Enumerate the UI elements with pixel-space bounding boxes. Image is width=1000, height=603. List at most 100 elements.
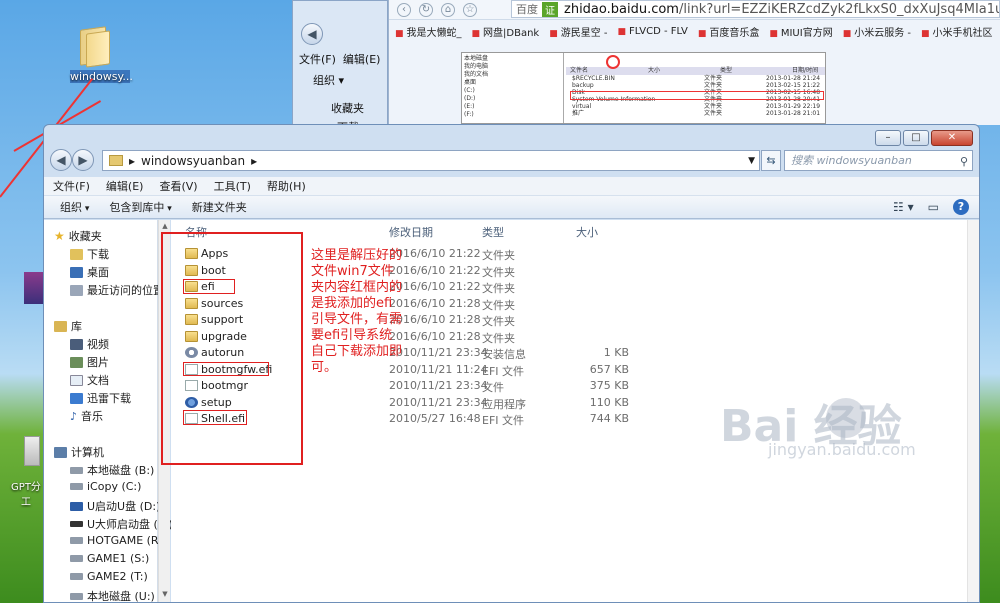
search-icon[interactable]: ⚲ — [960, 152, 968, 171]
browser-home-icon[interactable]: ⌂ — [441, 2, 455, 17]
desktop-folder-icon[interactable] — [78, 26, 112, 68]
bookmark-item[interactable]: MIUI官方网 — [769, 24, 833, 39]
bookmark-item[interactable]: FLVCD - FLV — [618, 26, 688, 37]
bookmark-item[interactable]: 我是大懒蛇_ — [395, 24, 462, 39]
chevron-down-icon[interactable]: ▼ — [748, 156, 755, 166]
gpt-tool-icon[interactable] — [24, 436, 40, 466]
nav-favorites[interactable]: ★ 收藏夹 — [54, 228, 102, 244]
nav-downloads[interactable]: 下载 — [70, 246, 109, 262]
red-highlight-box — [161, 232, 303, 465]
inner-tree-item: (C:) — [464, 87, 475, 94]
menu-view[interactable]: 查看(V) — [159, 178, 197, 194]
bookmark-item[interactable]: 小米云服务 - — [843, 24, 911, 39]
nav-recent[interactable]: 最近访问的位置 — [70, 282, 164, 298]
rar-icon[interactable] — [24, 272, 44, 304]
browser-star-icon[interactable]: ☆ — [463, 2, 477, 17]
search-placeholder: 搜索 windowsyuanban — [791, 154, 912, 167]
bookmark-item[interactable]: 网盘|DBank — [472, 24, 539, 39]
refresh-icon[interactable]: ⇆ — [761, 150, 781, 171]
file-type: 应用程序 — [482, 398, 526, 411]
new-folder-button[interactable]: 新建文件夹 — [192, 199, 247, 215]
nav-drive[interactable]: U启动U盘 (D:) — [70, 498, 160, 514]
nav-recent-label: 最近访问的位置 — [87, 284, 164, 297]
column-type[interactable]: 类型 — [482, 224, 504, 240]
minimize-button[interactable]: – — [875, 130, 901, 146]
nav-music[interactable]: ♪ 音乐 — [70, 408, 103, 424]
browser-refresh-icon[interactable]: ↻ — [419, 2, 433, 17]
desktop-gpt-label[interactable]: GPT分 工 — [6, 478, 46, 508]
nav-libraries-label: 库 — [71, 320, 82, 333]
nav-libraries[interactable]: 库 — [54, 318, 82, 334]
menu-tools[interactable]: 工具(T) — [214, 178, 251, 194]
back-icon[interactable]: ◀ — [50, 149, 72, 171]
pictures-icon — [70, 356, 83, 368]
nav-drive[interactable]: 本地磁盘 (B:) — [70, 462, 154, 478]
menu-file[interactable]: 文件(F) — [299, 53, 336, 66]
maximize-button[interactable]: □ — [903, 130, 929, 146]
help-icon[interactable]: ? — [953, 199, 969, 215]
nav-pictures[interactable]: 图片 — [70, 354, 109, 370]
drive-icon — [70, 483, 83, 490]
xunlei-icon — [70, 392, 83, 404]
inner-tree-item: (F:) — [464, 111, 474, 118]
menu-edit[interactable]: 编辑(E) — [343, 53, 381, 66]
navigation-pane: ★ 收藏夹 下载 桌面 最近访问的位置 库 视频 图片 文档 迅雷下载 ♪ 音乐 计… — [44, 220, 173, 602]
view-controls: ☷ ▾ ▭ ? — [893, 199, 969, 215]
chevron-right-icon[interactable]: ▸ — [129, 154, 135, 168]
browser-back-icon[interactable]: ‹ — [397, 2, 411, 17]
include-in-library-button[interactable]: 包含到库中 — [109, 199, 171, 215]
file-size: 1 KB — [603, 346, 629, 359]
file-type: 文件夹 — [482, 266, 515, 279]
nav-drive[interactable]: iCopy (C:) — [70, 480, 141, 493]
favorites-label[interactable]: 收藏夹 — [331, 100, 364, 116]
nav-music-label: 音乐 — [81, 410, 104, 423]
file-size: 657 KB — [589, 363, 629, 376]
organize-button[interactable]: 组织 ▾ — [313, 72, 344, 88]
close-button[interactable]: ✕ — [931, 130, 973, 146]
shell-efi-highlight-box — [183, 410, 247, 425]
file-date: 2010/11/21 23:34 — [389, 396, 488, 409]
breadcrumb-item[interactable]: windowsyuanban — [141, 154, 245, 168]
nav-drive[interactable]: GAME2 (T:) — [70, 570, 148, 583]
scroll-down-icon[interactable]: ▼ — [160, 590, 170, 600]
inner-row: 推广 文件夹 2013-01-28 21:01 — [572, 110, 821, 117]
nav-computer[interactable]: 计算机 — [54, 444, 104, 460]
file-type: 安装信息 — [482, 348, 526, 361]
menu-file[interactable]: 文件(F) — [53, 178, 90, 194]
bookmark-item[interactable]: 游民星空 - — [549, 24, 608, 39]
nav-drive[interactable]: 本地磁盘 (U:) — [70, 588, 155, 602]
column-date[interactable]: 修改日期 — [389, 224, 433, 240]
video-icon — [70, 338, 83, 350]
nav-drive[interactable]: GAME1 (S:) — [70, 552, 149, 565]
url-domain: zhidao.baidu.com — [564, 1, 679, 17]
menu-bar: 文件(F) 编辑(E) 查看(V) 工具(T) 帮助(H) — [44, 177, 979, 195]
recent-places-icon — [70, 284, 83, 296]
music-icon: ♪ — [70, 409, 78, 423]
forward-icon[interactable]: ▶ — [72, 149, 94, 171]
verified-badge: 证 — [542, 1, 558, 17]
scroll-up-icon[interactable]: ▲ — [160, 222, 170, 232]
nav-videos[interactable]: 视频 — [70, 336, 109, 352]
preview-pane-icon[interactable]: ▭ — [928, 200, 939, 214]
search-input[interactable]: 搜索 windowsyuanban ⚲ — [784, 150, 973, 171]
nav-documents[interactable]: 文档 — [70, 372, 109, 388]
view-options-icon[interactable]: ☷ ▾ — [893, 200, 914, 214]
bookmark-item[interactable]: 百度音乐盒 — [698, 24, 759, 39]
menu-help[interactable]: 帮助(H) — [267, 178, 306, 194]
folder-front-shape — [86, 30, 110, 68]
nav-drive[interactable]: HOTGAME (R:) — [70, 534, 166, 547]
column-size[interactable]: 大小 — [576, 224, 598, 240]
nav-xunlei[interactable]: 迅雷下载 — [70, 390, 131, 406]
desktop-folder-label[interactable]: windowsy... — [70, 70, 133, 83]
organize-button[interactable]: 组织 — [60, 199, 89, 215]
chevron-right-icon[interactable]: ▸ — [251, 154, 257, 168]
address-bar[interactable]: 百度 证 zhidao.baidu.com /link?url=EZZiKERZ… — [511, 0, 1000, 18]
nav-desktop[interactable]: 桌面 — [70, 264, 109, 280]
back-icon[interactable]: ◀ — [301, 23, 323, 45]
menu-edit[interactable]: 编辑(E) — [106, 178, 144, 194]
inner-tree-item: 我的电脑 — [464, 63, 489, 70]
breadcrumb-bar[interactable]: ▸ windowsyuanban ▸ ▼ — [102, 150, 760, 171]
content-scrollbar[interactable] — [967, 220, 979, 602]
bookmark-item[interactable]: 小米手机社区 — [921, 24, 993, 39]
inner-col-size: 大小 — [648, 67, 661, 74]
